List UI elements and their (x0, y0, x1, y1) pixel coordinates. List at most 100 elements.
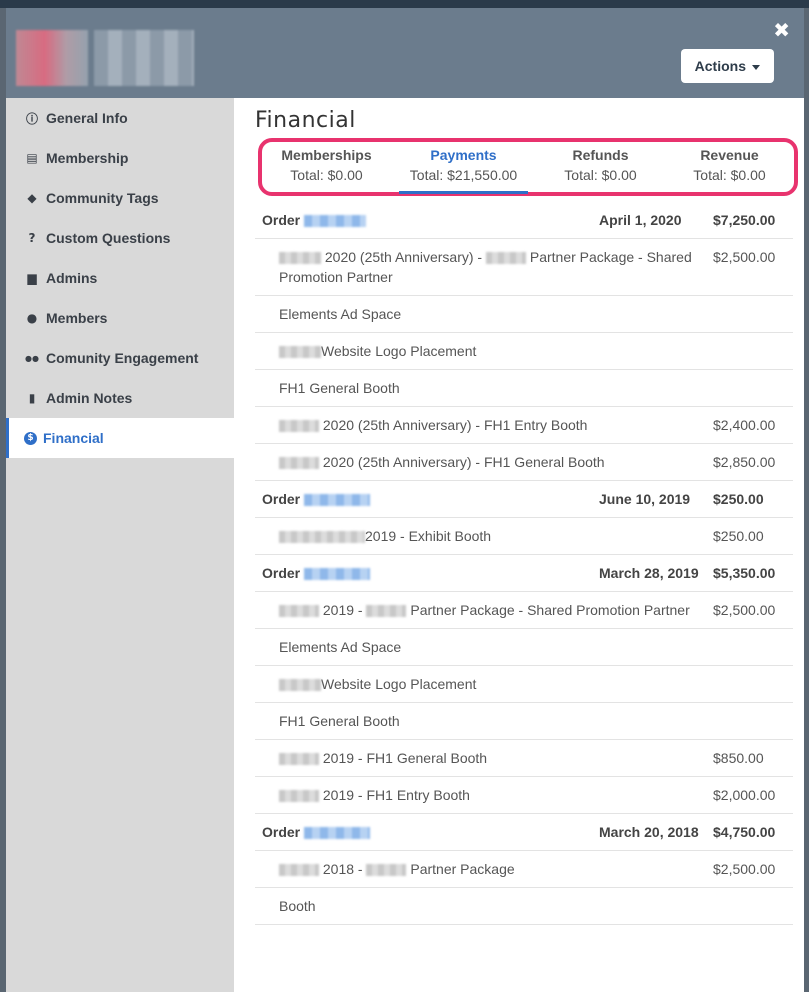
organization-name-redacted (94, 30, 194, 86)
order-item-row: Website Logo Placement (255, 333, 793, 370)
tab-label: Memberships (281, 147, 372, 163)
item-description: 2018 - Partner Package (279, 859, 713, 879)
order-number-redacted[interactable] (304, 494, 371, 507)
actions-label: Actions (694, 58, 746, 74)
sidebar-item-label: Members (46, 310, 108, 326)
caret-down-icon (752, 64, 760, 70)
item-description: Booth (279, 898, 316, 914)
sidebar: ⓘ General Info ▤ Membership ◆ Community … (6, 98, 234, 992)
order-row[interactable]: Order March 20, 2018 $4,750.00 (255, 814, 793, 851)
order-label: Order (262, 822, 599, 842)
tab-label: Refunds (572, 147, 629, 163)
sidebar-item-label: General Info (46, 110, 128, 126)
item-description: 2019 - Partner Package - Shared Promotio… (279, 600, 713, 620)
sidebar-item-membership[interactable]: ▤ Membership (6, 138, 234, 178)
order-item-row: 2020 (25th Anniversary) - FH1 General Bo… (255, 444, 793, 481)
sidebar-item-admin-notes[interactable]: ▮ Admin Notes (6, 378, 234, 418)
item-amount (713, 711, 793, 731)
sidebar-item-members[interactable]: ● Members (6, 298, 234, 338)
financial-tabs: Memberships Total: $0.00 Payments Total:… (258, 138, 798, 196)
item-description: 2020 (25th Anniversary) - Partner Packag… (279, 249, 692, 285)
order-item-row: 2018 - Partner Package $2,500.00 (255, 851, 793, 888)
sidebar-item-general-info[interactable]: ⓘ General Info (6, 98, 234, 138)
tab-payments[interactable]: Payments Total: $21,550.00 (399, 142, 528, 194)
tab-revenue[interactable]: Revenue Total: $0.00 (665, 142, 794, 192)
tab-refunds[interactable]: Refunds Total: $0.00 (536, 142, 665, 192)
order-row[interactable]: Order April 1, 2020 $7,250.00 (255, 202, 793, 239)
order-item-row: FH1 General Booth (255, 370, 793, 407)
order-amount: $5,350.00 (713, 565, 776, 581)
item-description: FH1 General Booth (279, 713, 400, 729)
order-amount: $250.00 (713, 491, 764, 507)
order-number-redacted[interactable] (304, 568, 371, 581)
tab-label: Payments (430, 147, 497, 163)
tab-total: Total: $0.00 (290, 167, 363, 183)
order-number-redacted[interactable] (304, 827, 371, 840)
briefcase-icon: ▆ (27, 271, 37, 285)
tab-label: Revenue (700, 147, 759, 163)
item-amount (713, 896, 793, 916)
item-amount (713, 341, 793, 361)
close-icon[interactable]: ✖ (773, 18, 790, 42)
item-amount: $2,000.00 (713, 787, 776, 803)
sidebar-item-label: Comunity Engagement (46, 350, 199, 366)
item-amount: $2,400.00 (713, 417, 776, 433)
item-description: 2020 (25th Anniversary) - FH1 General Bo… (279, 452, 713, 472)
sidebar-item-admins[interactable]: ▆ Admins (6, 258, 234, 298)
actions-button[interactable]: Actions (680, 49, 774, 83)
orders-list: Order April 1, 2020 $7,250.00 2020 (25th… (255, 202, 793, 925)
sidebar-item-label: Membership (46, 150, 129, 166)
order-number-redacted[interactable] (304, 215, 367, 228)
order-item-row: Elements Ad Space (255, 296, 793, 333)
item-amount (713, 304, 793, 324)
order-row[interactable]: Order June 10, 2019 $250.00 (255, 481, 793, 518)
sidebar-item-custom-questions[interactable]: ? Custom Questions (6, 218, 234, 258)
order-item-row: 2019 - Partner Package - Shared Promotio… (255, 592, 793, 629)
item-amount: $2,500.00 (713, 602, 776, 618)
id-card-icon: ▤ (26, 151, 38, 165)
item-description: Website Logo Placement (279, 341, 713, 361)
item-description: 2019 - FH1 General Booth (279, 748, 713, 768)
item-amount (713, 378, 793, 398)
users-icon: ●● (25, 353, 39, 363)
order-item-row: Website Logo Placement (255, 666, 793, 703)
order-item-row: 2019 - Exhibit Booth $250.00 (255, 518, 793, 555)
order-item-row: 2020 (25th Anniversary) - FH1 Entry Boot… (255, 407, 793, 444)
tab-total: Total: $0.00 (564, 167, 637, 183)
order-row[interactable]: Order March 28, 2019 $5,350.00 (255, 555, 793, 592)
main-panel: Financial Memberships Total: $0.00 Payme… (234, 98, 804, 992)
user-icon: ● (26, 311, 38, 325)
tab-total: Total: $21,550.00 (409, 167, 518, 183)
item-description: Elements Ad Space (279, 639, 402, 655)
dollar-circle-icon: $ (24, 431, 37, 445)
item-amount: $850.00 (713, 750, 764, 766)
order-item-row: Elements Ad Space (255, 629, 793, 666)
tab-total: Total: $0.00 (693, 167, 766, 183)
tab-memberships[interactable]: Memberships Total: $0.00 (262, 142, 391, 192)
item-amount (713, 637, 793, 657)
info-circle-icon: ⓘ (25, 111, 38, 126)
sidebar-item-label: Admins (46, 270, 98, 286)
sidebar-item-community-engagement[interactable]: ●● Comunity Engagement (6, 338, 234, 378)
order-item-row: Booth (255, 888, 793, 925)
order-label: Order (262, 563, 599, 583)
order-item-row: 2019 - FH1 General Booth $850.00 (255, 740, 793, 777)
item-description: 2019 - FH1 Entry Booth (279, 785, 713, 805)
order-date: March 28, 2019 (599, 565, 699, 581)
item-description: Website Logo Placement (279, 674, 713, 694)
sidebar-item-label: Financial (43, 430, 104, 446)
sidebar-item-financial[interactable]: $ Financial (6, 418, 234, 458)
order-label: Order (262, 210, 599, 230)
order-amount: $7,250.00 (713, 212, 776, 228)
sidebar-item-community-tags[interactable]: ◆ Community Tags (6, 178, 234, 218)
clipboard-icon: ▮ (28, 391, 36, 405)
item-amount (713, 674, 793, 694)
item-description: Elements Ad Space (279, 306, 402, 322)
modal-header: ✖ Actions (6, 8, 804, 98)
question-circle-icon: ? (28, 231, 36, 245)
order-date: March 20, 2018 (599, 824, 699, 840)
sidebar-item-label: Admin Notes (46, 390, 133, 406)
avatar (16, 30, 88, 86)
item-amount: $250.00 (713, 528, 764, 544)
order-date: June 10, 2019 (599, 491, 691, 507)
